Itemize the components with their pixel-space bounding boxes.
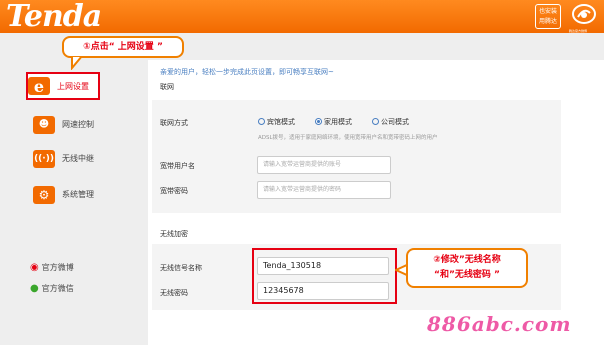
tenda-logo: Tenda (6, 0, 102, 34)
weibo-icon: ◉ (30, 261, 39, 273)
watermark: 886abc.com (427, 312, 572, 336)
callout-step2-line2: “和”无线密码 ” (434, 270, 500, 280)
users-icon: ☻ (33, 115, 55, 134)
wechat-icon: ● (30, 282, 39, 294)
highlight-wireless-fields (252, 248, 397, 304)
callout-step1-text: ①点击“ 上网设置 ” (83, 42, 163, 52)
wifi-password-label: 无线密码 (160, 289, 188, 297)
internet-explorer-icon: e (28, 77, 50, 96)
badge-line1: 也安装 (538, 8, 557, 15)
sidebar-item-label: 系统管理 (62, 190, 94, 199)
sidebar-link-weibo[interactable]: ◉ 官方微博 (30, 259, 135, 275)
radio-icon (372, 118, 379, 125)
mode-label: 公司模式 (381, 118, 409, 126)
ssid-label: 无线信号名称 (160, 264, 202, 272)
broadband-pass-input[interactable]: 请输入宽带运营商提供的密码 (257, 181, 391, 199)
wifi-relay-icon: ((·)) (33, 149, 55, 168)
radio-icon (258, 118, 265, 125)
sidebar-item-wireless-relay[interactable]: ((·)) 无线中继 (33, 146, 138, 171)
adsl-hint: ADSL拨号，适用于家庭网络环境，使用宽带用户名和宽带密码上网的用户 (258, 135, 438, 141)
callout-step2-line1: ②修改”无线名称 (433, 255, 501, 265)
tenda-weibo-logo-icon[interactable] (570, 3, 598, 29)
badge-line2: 用腾达 (538, 18, 557, 25)
sidebar-item-system-management[interactable]: ⚙ 系统管理 (33, 182, 138, 207)
sidebar-link-wechat[interactable]: ● 官方微信 (30, 280, 135, 296)
sidebar-item-label: 无线中继 (62, 154, 94, 163)
broadband-pass-label: 宽带密码 (160, 187, 188, 195)
radio-selected-icon (315, 118, 322, 125)
mode-label: 宾馆模式 (267, 118, 295, 126)
mode-home[interactable]: 家用模式 (315, 117, 352, 127)
mode-label: 家用模式 (324, 118, 352, 126)
sidebar-item-label: 网速控制 (62, 120, 94, 129)
connection-mode-label: 联网方式 (160, 119, 188, 127)
intro-text: 亲爱的用户，轻松一步完成此页设置，即可畅享互联网~ (160, 68, 334, 76)
gear-icon: ⚙ (33, 185, 55, 204)
mode-hotel[interactable]: 宾馆模式 (258, 117, 295, 127)
sidebar-link-label: 官方微信 (41, 283, 74, 293)
callout-step1: ①点击“ 上网设置 ” (62, 36, 184, 58)
sidebar-link-label: 官方微博 (41, 262, 74, 272)
sidebar-item-speed-control[interactable]: ☻ 网速控制 (33, 112, 138, 137)
broadband-user-label: 宽带用户名 (160, 162, 195, 170)
top-header: Tenda 也安装 用腾达 (0, 0, 604, 34)
install-badge[interactable]: 也安装 用腾达 (535, 4, 561, 29)
sidebar-item-internet-settings[interactable]: e 上网设置 (26, 72, 100, 100)
wireless-section-title: 无线加密 (160, 230, 188, 238)
network-section-title: 联网 (160, 83, 174, 91)
mode-company[interactable]: 公司模式 (372, 117, 409, 127)
callout-step2: ②修改”无线名称 “和”无线密码 ” (406, 248, 528, 288)
callout-step1-pointer (71, 56, 84, 70)
top-logo2-caption: 腾达官方微博 (569, 29, 588, 33)
broadband-user-input[interactable]: 请输入宽带运营商提供的账号 (257, 156, 391, 174)
sidebar-item-label: 上网设置 (57, 81, 89, 91)
